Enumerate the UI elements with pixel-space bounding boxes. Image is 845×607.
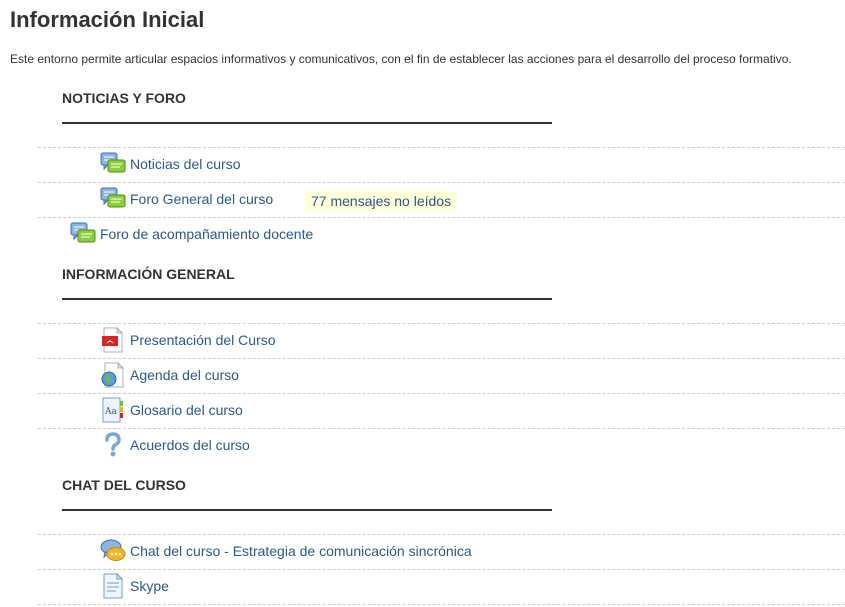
separator xyxy=(38,604,845,605)
activity-skype[interactable]: Skype xyxy=(100,572,169,600)
unread-posts-link[interactable]: 77 mensajes no leídos xyxy=(305,191,458,211)
url-globe-icon xyxy=(100,361,126,388)
page-title: Información Inicial xyxy=(10,7,205,32)
separator xyxy=(38,393,845,394)
activity-glosario[interactable]: Aa Glosario del curso xyxy=(100,396,243,424)
question-icon xyxy=(100,432,126,458)
activity-chat[interactable]: Chat del curso - Estrategia de comunicac… xyxy=(100,537,472,565)
activity-foro-acompanamiento[interactable]: Foro de acompañamiento docente xyxy=(70,220,313,248)
section-header-chat: CHAT DEL CURSO xyxy=(62,477,186,493)
separator xyxy=(38,217,845,218)
separator xyxy=(38,147,845,148)
activity-presentacion[interactable]: Presentación del Curso xyxy=(100,326,276,354)
forum-icon xyxy=(100,186,126,212)
separator xyxy=(38,358,845,359)
glossary-icon: Aa xyxy=(100,397,126,423)
activity-label: Acuerdos del curso xyxy=(130,437,250,453)
activity-label: Noticias del curso xyxy=(130,156,241,172)
activity-acuerdos[interactable]: Acuerdos del curso xyxy=(100,431,250,459)
svg-text:Aa: Aa xyxy=(104,407,117,417)
chat-icon xyxy=(100,538,126,564)
section-rule xyxy=(62,509,552,511)
activity-label: Foro General del curso xyxy=(130,191,274,207)
activity-noticias-del-curso[interactable]: Noticias del curso xyxy=(100,150,241,178)
separator xyxy=(38,182,845,183)
section-rule xyxy=(62,298,552,300)
section-summary: Este entorno permite articular espacios … xyxy=(10,52,792,66)
separator xyxy=(38,534,845,535)
separator xyxy=(38,569,845,570)
section-rule xyxy=(62,122,552,124)
activity-label: Glosario del curso xyxy=(130,402,243,418)
activity-foro-general[interactable]: Foro General del curso xyxy=(100,185,273,213)
section-header-noticias: NOTICIAS Y FORO xyxy=(62,90,186,106)
activity-label: Agenda del curso xyxy=(130,367,239,383)
activity-label: Foro de acompañamiento docente xyxy=(100,226,314,242)
pdf-icon xyxy=(100,326,126,353)
separator xyxy=(38,323,845,324)
activity-label: Presentación del Curso xyxy=(130,332,276,348)
activity-agenda[interactable]: Agenda del curso xyxy=(100,361,239,389)
activity-label: Chat del curso - Estrategia de comunicac… xyxy=(130,543,472,559)
forum-icon xyxy=(100,151,126,177)
forum-icon xyxy=(70,221,96,247)
page-icon xyxy=(100,572,126,599)
activity-label: Skype xyxy=(130,578,169,594)
section-header-informacion: INFORMACIÓN GENERAL xyxy=(62,266,235,282)
separator xyxy=(38,428,845,429)
